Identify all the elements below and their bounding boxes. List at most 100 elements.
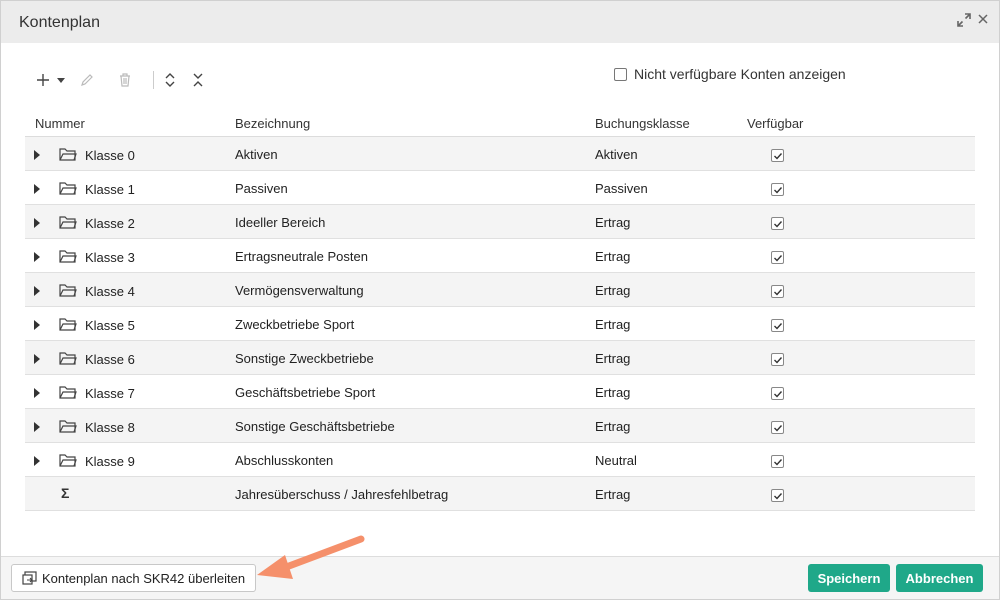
table-row[interactable]: Klasse 2 Ideeller Bereich Ertrag <box>25 205 975 239</box>
table-row[interactable]: Klasse 9 Abschlusskonten Neutral <box>25 443 975 477</box>
toolbar-separator <box>153 71 154 89</box>
expand-arrow-icon[interactable] <box>34 250 44 262</box>
row-nummer: Klasse 4 <box>85 284 135 299</box>
row-verfuegbar-checkbox[interactable] <box>771 149 784 162</box>
folder-icon <box>59 283 77 300</box>
table-row[interactable]: Klasse 8 Sonstige Geschäftsbetriebe Ertrag <box>25 409 975 443</box>
row-buchungsklasse: Ertrag <box>595 249 631 264</box>
expand-arrow-icon[interactable] <box>34 420 44 432</box>
row-verfuegbar-checkbox[interactable] <box>771 387 784 400</box>
show-unavailable-toggle[interactable]: Nicht verfügbare Konten anzeigen <box>614 66 846 82</box>
row-bezeichnung: Ertragsneutrale Posten <box>235 249 368 264</box>
row-verfuegbar-checkbox[interactable] <box>771 455 784 468</box>
expand-arrow-icon[interactable] <box>34 284 44 296</box>
row-buchungsklasse: Ertrag <box>595 385 631 400</box>
table-row[interactable]: Klasse 4 Vermögensverwaltung Ertrag <box>25 273 975 307</box>
row-bezeichnung: Vermögensverwaltung <box>235 283 364 298</box>
pencil-icon[interactable] <box>79 67 95 93</box>
row-bezeichnung: Sonstige Geschäftsbetriebe <box>235 419 395 434</box>
expand-arrow-icon[interactable] <box>34 148 44 160</box>
collapse-all-icon[interactable] <box>191 67 205 93</box>
row-nummer: Klasse 6 <box>85 352 135 367</box>
folder-icon <box>59 147 77 164</box>
column-header-nummer[interactable]: Nummer <box>35 116 85 131</box>
row-nummer: Klasse 3 <box>85 250 135 265</box>
accounts-table: Nummer Bezeichnung Buchungsklasse Verfüg… <box>25 109 975 511</box>
row-verfuegbar-checkbox[interactable] <box>771 319 784 332</box>
row-buchungsklasse: Ertrag <box>595 351 631 366</box>
maximize-icon[interactable] <box>956 13 972 29</box>
kontenplan-dialog: Kontenplan Nicht verfügbare Konten anzei… <box>0 0 1000 600</box>
table-row[interactable]: Klasse 6 Sonstige Zweckbetriebe Ertrag <box>25 341 975 375</box>
row-buchungsklasse: Ertrag <box>595 419 631 434</box>
column-header-verfuegbar[interactable]: Verfügbar <box>747 116 803 131</box>
table-row[interactable]: Klasse 0 Aktiven Aktiven <box>25 137 975 171</box>
row-nummer: Klasse 0 <box>85 148 135 163</box>
row-verfuegbar-checkbox[interactable] <box>771 217 784 230</box>
annotation-arrow <box>257 535 365 579</box>
row-verfuegbar-checkbox[interactable] <box>771 251 784 264</box>
expand-arrow-icon[interactable] <box>34 352 44 364</box>
row-nummer: Klasse 2 <box>85 216 135 231</box>
table-row[interactable]: Klasse 3 Ertragsneutrale Posten Ertrag <box>25 239 975 273</box>
row-buchungsklasse: Passiven <box>595 181 648 196</box>
row-nummer: Klasse 5 <box>85 318 135 333</box>
expand-arrow-icon[interactable] <box>34 454 44 466</box>
row-bezeichnung: Aktiven <box>235 147 278 162</box>
migrate-icon <box>22 571 37 585</box>
row-bezeichnung: Ideeller Bereich <box>235 215 326 230</box>
expand-arrow-icon[interactable] <box>34 318 44 330</box>
row-buchungsklasse: Ertrag <box>595 215 631 230</box>
expand-arrow-icon[interactable] <box>34 182 44 194</box>
close-icon[interactable] <box>975 13 991 29</box>
table-body: Klasse 0 Aktiven Aktiven Klasse 1 Passiven Pa… <box>25 137 975 477</box>
save-button[interactable]: Speichern <box>808 564 890 592</box>
row-bezeichnung: Sonstige Zweckbetriebe <box>235 351 374 366</box>
row-buchungsklasse: Ertrag <box>595 317 631 332</box>
table-row[interactable]: Klasse 5 Zweckbetriebe Sport Ertrag <box>25 307 975 341</box>
expand-all-icon[interactable] <box>163 67 177 93</box>
row-nummer: Klasse 9 <box>85 454 135 469</box>
row-nummer: Klasse 8 <box>85 420 135 435</box>
expand-arrow-icon[interactable] <box>34 216 44 228</box>
row-buchungsklasse: Aktiven <box>595 147 638 162</box>
row-verfuegbar-checkbox[interactable] <box>771 285 784 298</box>
show-unavailable-label: Nicht verfügbare Konten anzeigen <box>634 66 846 82</box>
dialog-titlebar: Kontenplan <box>1 1 999 43</box>
caret-down-icon[interactable] <box>56 67 66 93</box>
dialog-title: Kontenplan <box>19 14 100 31</box>
show-unavailable-checkbox[interactable] <box>614 67 627 81</box>
row-bezeichnung: Zweckbetriebe Sport <box>235 317 355 332</box>
expand-arrow-icon[interactable] <box>34 386 44 398</box>
folder-icon <box>59 453 77 470</box>
row-verfuegbar-checkbox[interactable] <box>771 421 784 434</box>
row-bezeichnung: Abschlusskonten <box>235 453 334 468</box>
folder-icon <box>59 215 77 232</box>
row-buchungsklasse: Ertrag <box>595 283 631 298</box>
sigma-icon: Σ <box>61 485 70 501</box>
row-bezeichnung: Geschäftsbetriebe Sport <box>235 385 376 400</box>
summary-buchungsklasse: Ertrag <box>595 487 631 502</box>
row-nummer: Klasse 7 <box>85 386 135 401</box>
table-row[interactable]: Klasse 1 Passiven Passiven <box>25 171 975 205</box>
summary-bezeichnung: Jahresüberschuss / Jahresfehlbetrag <box>235 487 449 502</box>
row-nummer: Klasse 1 <box>85 182 135 197</box>
column-header-bezeichnung[interactable]: Bezeichnung <box>235 116 310 131</box>
table-row[interactable]: Klasse 7 Geschäftsbetriebe Sport Ertrag <box>25 375 975 409</box>
folder-icon <box>59 385 77 402</box>
summary-row[interactable]: Σ Jahresüberschuss / Jahresfehlbetrag Er… <box>25 477 975 511</box>
row-verfuegbar-checkbox[interactable] <box>771 183 784 196</box>
migrate-skr42-button[interactable]: Kontenplan nach SKR42 überleiten <box>11 564 257 592</box>
row-verfuegbar-checkbox[interactable] <box>771 353 784 366</box>
summary-verfuegbar-checkbox[interactable] <box>771 489 784 502</box>
plus-icon[interactable] <box>35 67 51 93</box>
column-header-buchungsklasse[interactable]: Buchungsklasse <box>595 116 690 131</box>
row-bezeichnung: Passiven <box>235 181 288 196</box>
migrate-label: Kontenplan nach SKR42 überleiten <box>42 570 246 586</box>
folder-icon <box>59 419 77 436</box>
trash-icon[interactable] <box>117 67 133 93</box>
folder-icon <box>59 351 77 368</box>
toolbar <box>25 67 625 93</box>
folder-icon <box>59 317 77 334</box>
cancel-button[interactable]: Abbrechen <box>896 564 983 592</box>
